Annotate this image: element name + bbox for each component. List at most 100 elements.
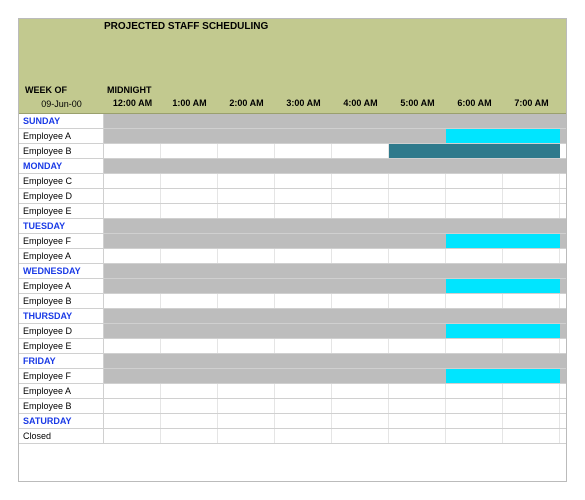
grid-cell <box>446 249 503 263</box>
grid-cell <box>332 414 389 428</box>
day-row: THURSDAY <box>19 309 566 324</box>
week-of-label: WEEK OF <box>25 85 67 95</box>
grid-cell <box>389 339 446 353</box>
grid-cell <box>275 294 332 308</box>
grid-cell <box>503 294 560 308</box>
schedule-bar <box>446 324 560 338</box>
row-label: MONDAY <box>19 159 104 173</box>
grid-cell <box>218 384 275 398</box>
hour-col-7: 7:00 AM <box>503 98 560 112</box>
grid-cell <box>161 294 218 308</box>
grid-cell <box>275 339 332 353</box>
row-cells <box>104 324 566 338</box>
gray-fill <box>104 159 566 173</box>
row-cells <box>104 339 566 353</box>
grid-cell <box>446 174 503 188</box>
grid-cell <box>332 144 389 158</box>
grid-cell <box>161 144 218 158</box>
grid-cell <box>503 249 560 263</box>
week-date: 09-Jun-00 <box>19 98 104 112</box>
grid-cell <box>218 414 275 428</box>
grid-cell <box>389 294 446 308</box>
sheet-title: PROJECTED STAFF SCHEDULING <box>19 19 566 32</box>
employee-row: Employee A <box>19 129 566 144</box>
grid-cell <box>446 429 503 443</box>
grid-cell <box>161 429 218 443</box>
grid-cell <box>332 339 389 353</box>
row-cells <box>104 129 566 143</box>
row-cells <box>104 204 566 218</box>
row-label: Employee F <box>19 369 104 383</box>
hour-col-0: 12:00 AM <box>104 98 161 112</box>
hours-row: 09-Jun-00 12:00 AM 1:00 AM 2:00 AM 3:00 … <box>19 98 566 112</box>
grid-cell <box>104 294 161 308</box>
day-row: SUNDAY <box>19 114 566 129</box>
row-cells <box>104 384 566 398</box>
grid-cell <box>104 414 161 428</box>
grid-cell <box>104 339 161 353</box>
grid-cell <box>161 384 218 398</box>
row-label: Employee E <box>19 339 104 353</box>
grid-cell <box>332 249 389 263</box>
employee-row: Employee C <box>19 174 566 189</box>
grid-cell <box>503 174 560 188</box>
row-cells <box>104 174 566 188</box>
employee-row: Employee F <box>19 234 566 249</box>
grid-cell <box>332 189 389 203</box>
grid-cell <box>161 204 218 218</box>
grid-cell <box>218 294 275 308</box>
grid-cell <box>275 204 332 218</box>
row-label: Employee B <box>19 294 104 308</box>
schedule-grid: SUNDAYEmployee AEmployee BMONDAYEmployee… <box>19 114 566 444</box>
gray-fill <box>104 114 566 128</box>
schedule-bar <box>446 129 560 143</box>
row-label: Employee D <box>19 189 104 203</box>
row-label: FRIDAY <box>19 354 104 368</box>
grid-cell <box>218 144 275 158</box>
row-label: Employee E <box>19 204 104 218</box>
gray-fill <box>104 354 566 368</box>
day-row: MONDAY <box>19 159 566 174</box>
grid-cell <box>446 294 503 308</box>
grid-cell <box>446 414 503 428</box>
employee-row: Employee B <box>19 294 566 309</box>
employee-row: Employee A <box>19 249 566 264</box>
row-label: Employee D <box>19 324 104 338</box>
grid-cell <box>503 339 560 353</box>
schedule-bar <box>446 234 560 248</box>
row-cells <box>104 354 566 368</box>
grid-cell <box>332 174 389 188</box>
grid-cell <box>218 189 275 203</box>
row-label: Employee B <box>19 144 104 158</box>
employee-row: Employee D <box>19 189 566 204</box>
grid-cell <box>104 249 161 263</box>
schedule-sheet: PROJECTED STAFF SCHEDULING WEEK OF MIDNI… <box>18 18 567 482</box>
schedule-bar <box>446 279 560 293</box>
row-cells <box>104 309 566 323</box>
grid-cell <box>332 294 389 308</box>
grid-cell <box>503 429 560 443</box>
grid-cell <box>275 174 332 188</box>
grid-cell <box>275 189 332 203</box>
row-label: TUESDAY <box>19 219 104 233</box>
row-label: WEDNESDAY <box>19 264 104 278</box>
row-label: Employee A <box>19 129 104 143</box>
grid-cell <box>161 399 218 413</box>
grid-cell <box>218 399 275 413</box>
row-label: Employee C <box>19 174 104 188</box>
row-label: Employee A <box>19 384 104 398</box>
grid-cell <box>389 249 446 263</box>
hour-col-3: 3:00 AM <box>275 98 332 112</box>
row-cells <box>104 414 566 428</box>
gray-fill <box>104 309 566 323</box>
row-cells <box>104 219 566 233</box>
grid-cell <box>275 399 332 413</box>
grid-cell <box>446 189 503 203</box>
row-cells <box>104 114 566 128</box>
gray-fill <box>104 264 566 278</box>
hour-col-4: 4:00 AM <box>332 98 389 112</box>
grid-cell <box>389 414 446 428</box>
grid-cell <box>161 174 218 188</box>
row-cells <box>104 429 566 443</box>
grid-cell <box>389 189 446 203</box>
